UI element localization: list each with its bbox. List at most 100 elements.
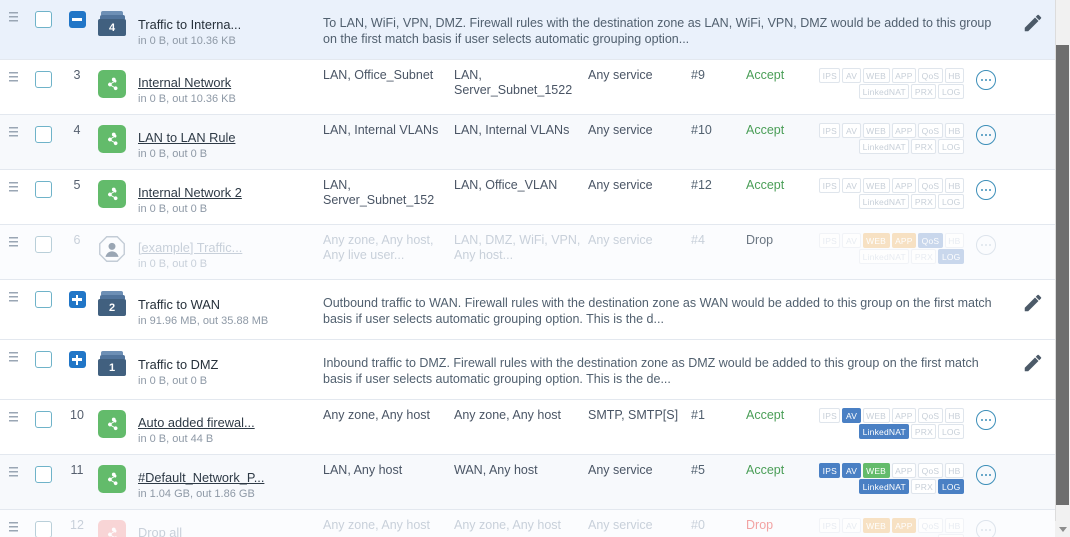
badge-app: APP [891, 123, 917, 138]
badge-av: AV [842, 123, 861, 138]
badge-hb: HB [944, 178, 964, 193]
vertical-scrollbar-thumb[interactable] [1056, 45, 1069, 505]
rule-number: 10 [70, 408, 84, 422]
rule-name-cell: Internal Network 2 in 0 B, out 0 B [130, 170, 323, 224]
badge-web: WEB [862, 408, 890, 423]
row-actions-cell [964, 115, 1008, 153]
row-checkbox[interactable] [35, 466, 52, 483]
firewall-rules-table-screen: 4 Traffic to Interna... in 0 B, out 10.36 … [0, 0, 1070, 537]
drop-action-icon [98, 520, 126, 537]
rule-number: 11 [70, 463, 84, 477]
row-checkbox[interactable] [35, 126, 52, 143]
table-row: 10 Auto added firewal... in 0 B, out 44 BA… [0, 400, 1055, 455]
group-stack-icon: 1 [98, 351, 126, 376]
badge-ips: IPS [819, 178, 841, 193]
vertical-scrollbar-track[interactable] [1055, 0, 1070, 537]
badge-qos: QoS [918, 178, 943, 193]
rule-name-link[interactable]: #Default_Network_P... [138, 470, 264, 485]
rule-id-cell: #4 [691, 233, 705, 247]
drag-handle-icon[interactable] [9, 182, 18, 193]
badge-app: APP [891, 463, 917, 478]
drag-cell [0, 400, 27, 431]
row-checkbox[interactable] [35, 71, 52, 88]
more-options-button[interactable] [976, 465, 996, 485]
badge-qos: QoS [918, 408, 943, 423]
pencil-icon[interactable] [1022, 352, 1044, 374]
more-options-button[interactable] [976, 70, 996, 90]
row-checkbox[interactable] [35, 411, 52, 428]
feature-badges-row-2: LinkedNAT PRX LOG [859, 84, 964, 99]
drag-handle-icon[interactable] [9, 237, 18, 248]
action-cell: Accept [746, 408, 785, 422]
collapse-group-button[interactable] [68, 11, 86, 28]
source-cell: Any zone, Any host [323, 408, 431, 422]
pencil-icon[interactable] [1022, 12, 1044, 34]
group-stack-icon: 4 [98, 11, 126, 36]
row-checkbox[interactable] [35, 351, 52, 368]
feature-badges: IPS AV WEB APP QoS HB LinkedNAT PRX LOG [818, 233, 964, 264]
rule-name-link[interactable]: [example] Traffic... [138, 240, 242, 255]
drag-cell [0, 0, 27, 31]
rule-name-link[interactable]: Internal Network 2 [138, 185, 242, 200]
drag-handle-icon[interactable] [9, 127, 18, 138]
drag-handle-icon[interactable] [9, 467, 18, 478]
more-options-button[interactable] [976, 410, 996, 430]
rule-traffic-stats: in 0 B, out 10.36 KB [138, 93, 236, 105]
badge-ips: IPS [819, 408, 841, 423]
feature-badges-row-1: IPS AV WEB APP QoS HB [819, 463, 964, 478]
dot [988, 133, 991, 137]
group-rule-count: 2 [98, 299, 126, 316]
expander-cell [60, 280, 94, 316]
more-options-button[interactable] [976, 125, 996, 145]
group-description-cell: To LAN, WiFi, VPN, DMZ. Firewall rules w… [323, 0, 1011, 58]
feature-badges-row-2: LinkedNAT PRX LOG [859, 194, 964, 209]
destination-cell: Any zone, Any host [454, 408, 562, 422]
rule-name-link[interactable]: LAN to LAN Rule [138, 130, 235, 145]
more-options-button[interactable] [976, 520, 996, 537]
feature-badges: IPS AV WEB APP QoS HB LinkedNAT PRX LOG [818, 408, 964, 439]
rule-name-link[interactable]: Internal Network [138, 75, 231, 90]
rule-number: 6 [73, 233, 81, 247]
rule-name-link[interactable]: Drop all [138, 525, 182, 537]
row-icon-cell: 1 [94, 340, 130, 384]
edit-group-cell [1011, 340, 1055, 385]
drag-handle-icon[interactable] [9, 412, 18, 423]
badge-web: WEB [862, 68, 890, 83]
badge-log: LOG [938, 479, 964, 494]
drag-cell [0, 225, 27, 256]
more-options-button[interactable] [976, 235, 996, 255]
badge-ips: IPS [819, 123, 841, 138]
row-checkbox[interactable] [35, 181, 52, 198]
more-options-button[interactable] [976, 180, 996, 200]
drag-handle-icon[interactable] [9, 72, 18, 83]
rule-name-cell: Internal Network in 0 B, out 10.36 KB [130, 60, 323, 114]
action-cell: Accept [746, 68, 785, 82]
drag-handle-icon[interactable] [9, 292, 18, 303]
row-checkbox[interactable] [35, 236, 52, 253]
row-checkbox[interactable] [35, 521, 52, 537]
badge-qos: QoS [918, 518, 943, 533]
service-cell: Any service [588, 463, 653, 477]
rule-name-link[interactable]: Auto added firewal... [138, 415, 255, 430]
checkbox-cell [27, 280, 60, 316]
row-checkbox[interactable] [35, 11, 52, 28]
badge-linkednat: LinkedNAT [859, 194, 910, 209]
accept-action-icon [98, 125, 126, 153]
destination-cell: Any zone, Any host [454, 518, 562, 532]
scroll-down-arrow-icon[interactable] [1055, 521, 1070, 537]
rule-number: 12 [70, 518, 84, 532]
checkbox-cell [27, 340, 60, 376]
row-checkbox[interactable] [35, 291, 52, 308]
drag-handle-icon[interactable] [9, 12, 18, 23]
dot [981, 188, 984, 192]
expand-group-button[interactable] [68, 291, 86, 308]
pencil-icon[interactable] [1022, 292, 1044, 314]
expander-cell [60, 0, 94, 36]
drag-handle-icon[interactable] [9, 352, 18, 363]
feature-badges-cell: IPS AV WEB APP QoS HB LinkedNAT PRX LOG [818, 60, 964, 107]
source-cell: LAN, Office_Subnet [323, 68, 434, 82]
rule-id-cell: #5 [691, 463, 705, 477]
expand-group-button[interactable] [68, 351, 86, 368]
service-cell: SMTP, SMTP[S] [588, 408, 679, 422]
drag-handle-icon[interactable] [9, 522, 18, 533]
